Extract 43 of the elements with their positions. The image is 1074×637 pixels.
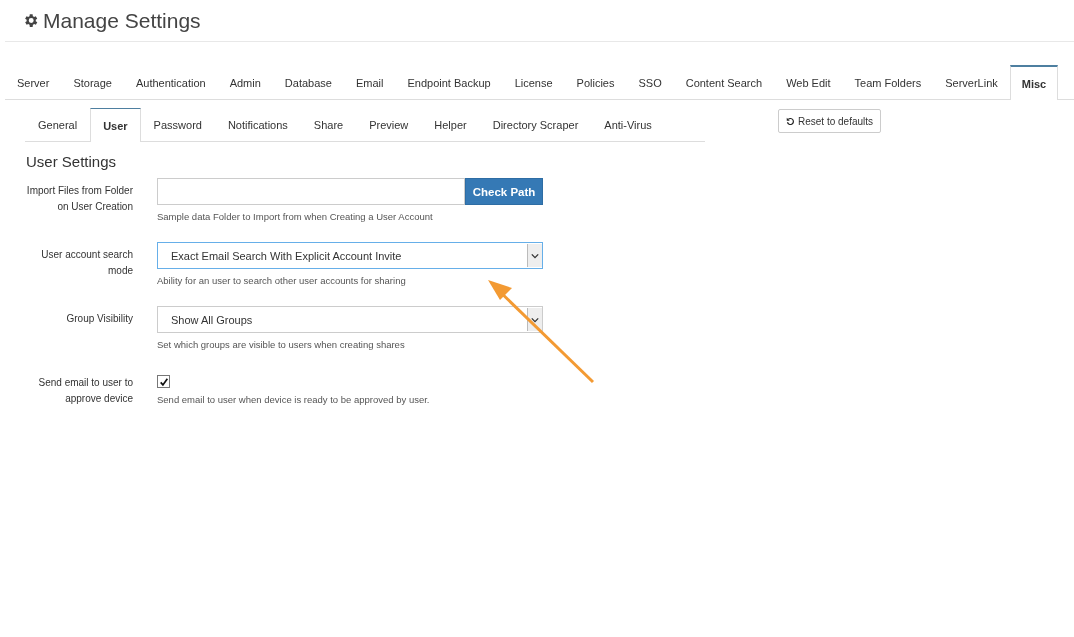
checkbox[interactable] <box>157 375 170 388</box>
settings-icon <box>22 12 39 29</box>
caret-icon <box>527 244 542 267</box>
setting-label: Group Visibility <box>65 312 133 326</box>
subtab[interactable]: Preview <box>356 108 422 141</box>
settings-tab[interactable]: Server <box>5 65 62 99</box>
help-text: Sample data Folder to Import from when Creating a User Account <box>157 211 434 222</box>
settings-tab[interactable]: Policies <box>564 65 627 99</box>
settings-tab[interactable]: License <box>502 65 565 99</box>
settings-tab[interactable]: SSO <box>626 65 674 99</box>
subtab[interactable]: User <box>90 108 141 142</box>
undo-icon <box>786 116 795 126</box>
help-text: Ability for an user to search other user accounts for sharing <box>157 275 407 286</box>
setting-label: Send email to user to approve device <box>37 376 133 406</box>
subtab[interactable]: Password <box>140 108 215 141</box>
settings-tab[interactable]: Storage <box>61 65 124 99</box>
folder-path-field[interactable] <box>157 178 465 205</box>
subtab[interactable]: Notifications <box>214 108 301 141</box>
select-field[interactable]: Exact Email Search With Explicit Account Invite <box>157 242 543 269</box>
settings-tab[interactable]: Admin <box>217 65 273 99</box>
check-path-button[interactable]: Check Path <box>465 178 543 205</box>
help-text: Set which groups are visible to users when creating shares <box>157 339 406 350</box>
subtab[interactable]: Share <box>300 108 357 141</box>
section-title: User Settings <box>26 153 118 170</box>
select-field[interactable]: Show All Groups <box>157 306 543 333</box>
settings-tab[interactable]: Authentication <box>123 65 218 99</box>
subtab[interactable]: Helper <box>421 108 480 141</box>
settings-tab[interactable]: ServerLink <box>933 65 1010 99</box>
settings-tab[interactable]: Email <box>343 65 396 99</box>
page-title-text: Manage Settings <box>43 8 201 33</box>
settings-tab[interactable]: Endpoint Backup <box>395 65 503 99</box>
subtab[interactable]: Directory Scraper <box>479 108 592 141</box>
settings-tab[interactable]: Web Edit <box>774 65 843 99</box>
setting-label: Import Files from Folder on User Creation <box>25 184 133 214</box>
settings-tab[interactable]: Misc <box>1009 65 1059 100</box>
settings-tab[interactable]: Content Search <box>673 65 775 99</box>
help-text: Send email to user when device is ready to be approved by user. <box>157 394 431 405</box>
settings-tab[interactable]: Team Folders <box>842 65 934 99</box>
subtab[interactable]: Anti-Virus <box>591 108 665 141</box>
setting-label: User account search mode <box>40 248 133 278</box>
subtab[interactable]: General <box>25 108 91 141</box>
reset-button[interactable]: Reset to defaults <box>778 109 882 133</box>
settings-tab[interactable]: Database <box>272 65 344 99</box>
